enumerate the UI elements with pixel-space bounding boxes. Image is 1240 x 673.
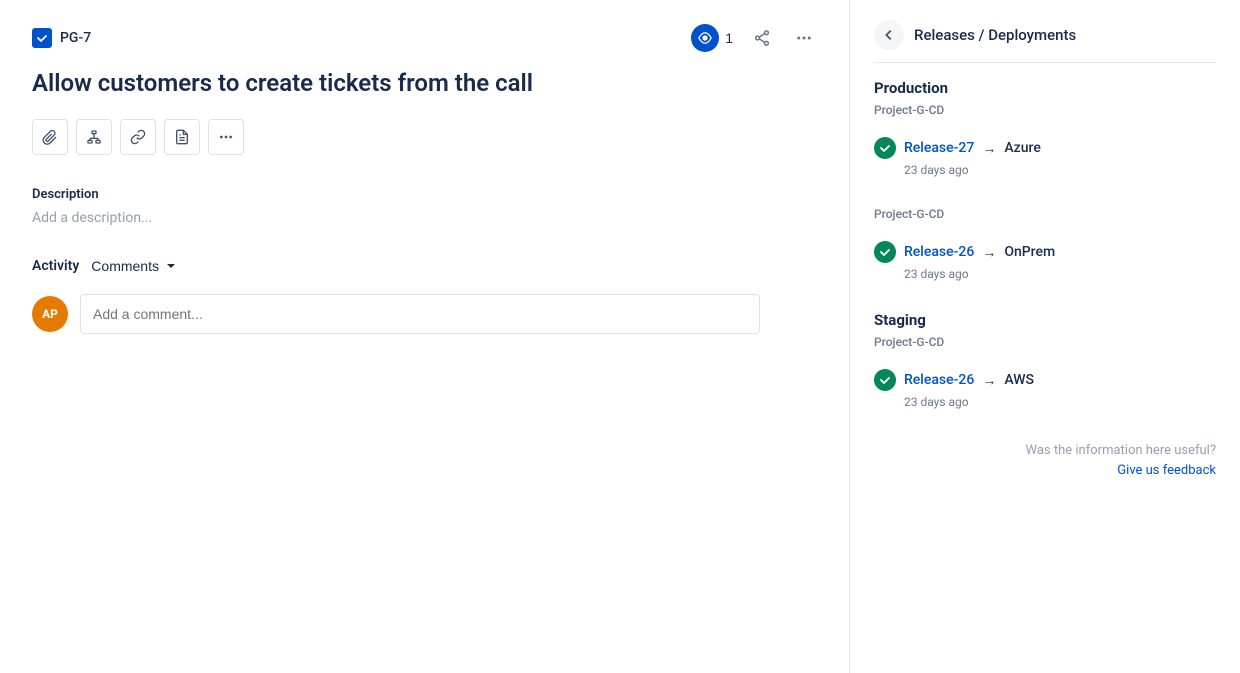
- feedback-text: Was the information here useful?: [874, 443, 1216, 458]
- comment-input[interactable]: [80, 294, 760, 334]
- onprem-project-name: Project-G-CD: [874, 207, 1216, 221]
- page-title: Allow customers to create tickets from t…: [32, 68, 817, 99]
- watch-icon: [691, 24, 719, 52]
- release-row-aws: Release-26 → AWS: [874, 369, 1216, 391]
- arrow-separator-aws: →: [982, 372, 996, 389]
- release-26-onprem-time: 23 days ago: [874, 267, 1216, 281]
- attachment-button[interactable]: [32, 119, 68, 155]
- release-26-aws-time: 23 days ago: [874, 395, 1216, 409]
- production-env-name: Production: [874, 79, 1216, 97]
- success-icon-aws: [874, 369, 896, 391]
- success-icon-onprem: [874, 241, 896, 263]
- description-section: Description Add a description...: [32, 187, 817, 226]
- ticket-id-label: PG-7: [60, 30, 91, 46]
- feedback-section: Was the information here useful? Give us…: [874, 443, 1216, 478]
- more-options-button[interactable]: [791, 25, 817, 51]
- left-panel: PG-7 1: [0, 0, 850, 673]
- release-row: Release-27 → Azure: [874, 137, 1216, 159]
- toolbar: [32, 119, 817, 155]
- staging-env-name: Staging: [874, 311, 1216, 329]
- arrow-separator-onprem: →: [982, 244, 996, 261]
- release-row-onprem: Release-26 → OnPrem: [874, 241, 1216, 263]
- toolbar-more-button[interactable]: [208, 119, 244, 155]
- production-section: Production Project-G-CD Release-27 → Azu…: [874, 79, 1216, 187]
- release-26-aws-target: AWS: [1004, 372, 1034, 388]
- watch-count: 1: [725, 30, 733, 46]
- activity-section: Activity Comments AP: [32, 258, 817, 334]
- activity-row: Activity Comments: [32, 258, 817, 274]
- release-26-onprem-link[interactable]: Release-26: [904, 244, 974, 260]
- release-item-onprem: Release-26 → OnPrem 23 days ago: [874, 231, 1216, 291]
- production-onprem-section: Project-G-CD Release-26 → OnPrem 23 days…: [874, 207, 1216, 291]
- release-26-onprem-target: OnPrem: [1004, 244, 1055, 260]
- description-title: Description: [32, 187, 817, 202]
- feedback-link[interactable]: Give us feedback: [1117, 463, 1216, 478]
- watch-button[interactable]: 1: [691, 24, 733, 52]
- right-panel: Releases / Deployments Production Projec…: [850, 0, 1240, 673]
- comment-area: AP: [32, 294, 817, 334]
- header-bar: PG-7 1: [32, 24, 817, 52]
- link-button[interactable]: [120, 119, 156, 155]
- share-button[interactable]: [749, 25, 775, 51]
- activity-label: Activity: [32, 258, 79, 274]
- success-icon: [874, 137, 896, 159]
- hierarchy-button[interactable]: [76, 119, 112, 155]
- release-27-time: 23 days ago: [874, 163, 1216, 177]
- staging-section: Staging Project-G-CD Release-26 → AWS 23…: [874, 311, 1216, 419]
- description-placeholder[interactable]: Add a description...: [32, 210, 817, 226]
- release-27-target: Azure: [1004, 140, 1041, 156]
- release-26-aws-link[interactable]: Release-26: [904, 372, 974, 388]
- comments-filter-label: Comments: [91, 258, 159, 274]
- ticket-checkbox-icon: [32, 28, 52, 48]
- document-button[interactable]: [164, 119, 200, 155]
- header-actions: 1: [691, 24, 817, 52]
- ticket-id: PG-7: [32, 28, 91, 48]
- avatar: AP: [32, 296, 68, 332]
- back-button[interactable]: [874, 20, 904, 50]
- arrow-separator: →: [982, 140, 996, 157]
- release-item-aws: Release-26 → AWS 23 days ago: [874, 359, 1216, 419]
- release-item: Release-27 → Azure 23 days ago: [874, 127, 1216, 187]
- comments-filter-button[interactable]: Comments: [91, 258, 177, 274]
- right-panel-title: Releases / Deployments: [914, 26, 1076, 44]
- release-27-link[interactable]: Release-27: [904, 140, 974, 156]
- production-project-name: Project-G-CD: [874, 103, 1216, 117]
- right-panel-header: Releases / Deployments: [874, 20, 1216, 63]
- staging-project-name: Project-G-CD: [874, 335, 1216, 349]
